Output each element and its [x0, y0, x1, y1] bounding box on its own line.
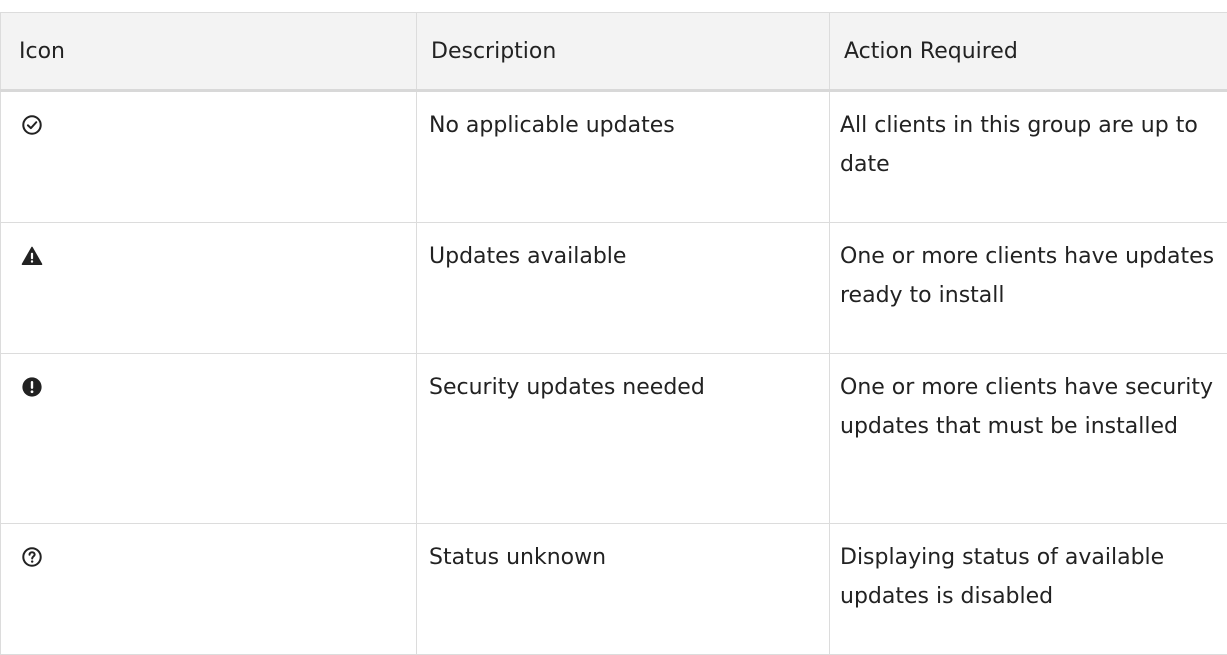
header-icon: Icon [1, 13, 417, 91]
table-row: Security updates needed One or more clie… [1, 354, 1227, 524]
exclamation-circle-icon [21, 376, 408, 398]
description-cell: No applicable updates [417, 91, 830, 223]
table-row: Status unknown Displaying status of avai… [1, 524, 1227, 655]
table-header-row: Icon Description Action Required [1, 13, 1227, 91]
header-description: Description [417, 13, 830, 91]
check-circle-icon [21, 114, 408, 136]
description-cell: Security updates needed [417, 354, 830, 524]
table-row: No applicable updates All clients in thi… [1, 91, 1227, 223]
icon-cell [1, 524, 417, 655]
action-cell: One or more clients have security update… [830, 354, 1227, 524]
description-cell: Updates available [417, 223, 830, 354]
question-circle-icon [21, 546, 408, 568]
action-cell: One or more clients have updates ready t… [830, 223, 1227, 354]
description-cell: Status unknown [417, 524, 830, 655]
warning-triangle-icon [21, 245, 408, 267]
action-cell: Displaying status of available updates i… [830, 524, 1227, 655]
icon-cell [1, 223, 417, 354]
table-row: Updates available One or more clients ha… [1, 223, 1227, 354]
header-action-required: Action Required [830, 13, 1227, 91]
icon-cell [1, 91, 417, 223]
action-cell: All clients in this group are up to date [830, 91, 1227, 223]
status-legend-table: Icon Description Action Required No appl… [0, 12, 1227, 655]
icon-cell [1, 354, 417, 524]
